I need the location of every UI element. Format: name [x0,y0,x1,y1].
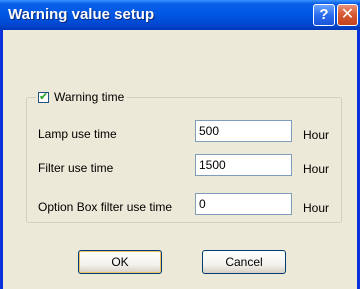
lamp-use-time-input[interactable] [195,120,292,142]
lamp-use-time-unit: Hour [303,128,330,142]
close-button[interactable]: ✕ [337,4,358,26]
help-button[interactable]: ? [313,4,335,26]
filter-use-time-label: Filter use time [38,161,114,175]
ok-button[interactable]: OK [78,250,162,274]
option-box-filter-use-time-label: Option Box filter use time [38,200,173,214]
option-box-filter-use-time-unit: Hour [303,201,330,215]
help-icon: ? [319,6,329,23]
filter-use-time-input[interactable] [195,154,292,176]
warning-time-label: Warning time [54,90,125,104]
checkbox-check-icon[interactable]: ✔ [38,91,49,103]
cancel-button[interactable]: Cancel [202,250,286,274]
close-icon: ✕ [340,6,355,23]
dialog-title: Warning value setup [8,6,155,23]
warning-time-checkbox[interactable]: ✔ Warning time [36,90,128,104]
lamp-use-time-label: Lamp use time [38,127,117,141]
filter-use-time-unit: Hour [303,162,330,176]
option-box-filter-use-time-input[interactable] [195,193,292,215]
title-bar[interactable]: Warning value setup ? ✕ [0,0,360,30]
